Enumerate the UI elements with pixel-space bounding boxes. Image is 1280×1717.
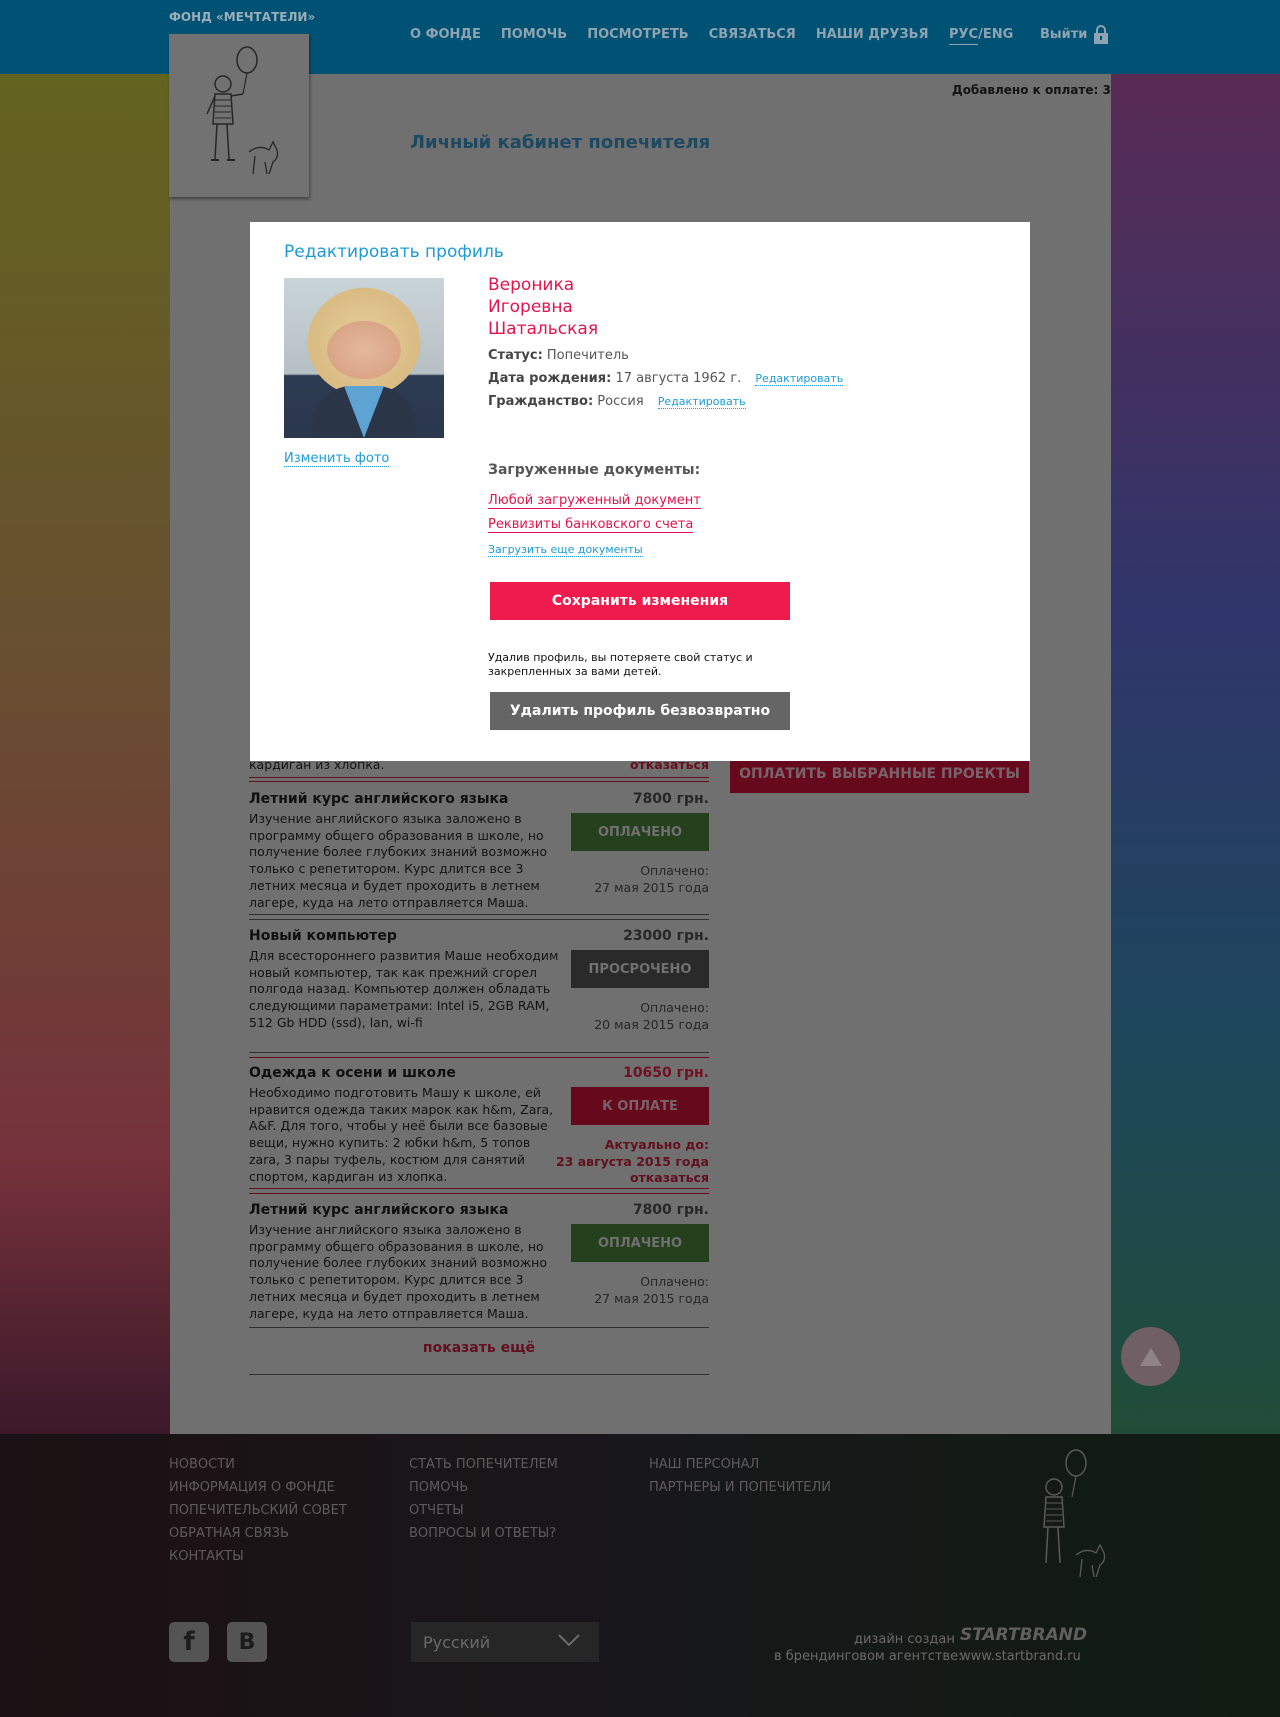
citizenship-value: Россия: [597, 394, 644, 409]
upload-more-docs-link[interactable]: Загрузить еще документы: [488, 543, 643, 557]
profile-name: Вероника Игоревна Шатальская: [488, 274, 598, 340]
modal-title: Редактировать профиль: [284, 242, 504, 262]
docs-title: Загруженные документы:: [488, 462, 701, 478]
footer-logo-icon: [1043, 1449, 1106, 1578]
agency-logo[interactable]: STARTBRAND: [960, 1625, 1087, 1645]
footer-column-2: СТАТЬ ПОПЕЧИТЕЛЕМ ПОМОЧЬ ОТЧЕТЫ ВОПРОСЫ …: [409, 1457, 558, 1542]
first-name: Вероника: [488, 275, 575, 295]
birthdate-value: 17 августа 1962 г.: [615, 371, 742, 386]
facebook-icon: f: [183, 1627, 195, 1657]
footer-column-3: НАШ ПЕРСОНАЛ ПАРТНЕРЫ И ПОПЕЧИТЕЛИ: [649, 1457, 831, 1496]
footer-link-about[interactable]: ИНФОРМАЦИЯ О ФОНДЕ: [169, 1480, 347, 1496]
middle-name: Игоревна: [488, 297, 573, 317]
edit-profile-modal: Редактировать профиль Изменить фото Веро…: [250, 222, 1030, 761]
footer-link-staff[interactable]: НАШ ПЕРСОНАЛ: [649, 1457, 831, 1473]
delete-profile-button[interactable]: Удалить профиль безвозвратно: [490, 692, 790, 730]
footer-column-1: НОВОСТИ ИНФОРМАЦИЯ О ФОНДЕ ПОПЕЧИТЕЛЬСКИ…: [169, 1457, 347, 1565]
footer-link-help[interactable]: ПОМОЧЬ: [409, 1480, 558, 1496]
save-changes-button[interactable]: Сохранить изменения: [490, 582, 790, 620]
citizenship-label: Гражданство:: [488, 394, 594, 409]
edit-birthdate-link[interactable]: Редактировать: [755, 372, 844, 386]
edit-citizenship-link[interactable]: Редактировать: [657, 395, 746, 409]
vk-icon: B: [238, 1629, 256, 1655]
citizenship-row: Гражданство: Россия Редактировать: [488, 394, 746, 409]
footer-link-partners[interactable]: ПАРТНЕРЫ И ПОПЕЧИТЕЛИ: [649, 1480, 831, 1496]
birthdate-label: Дата рождения:: [488, 371, 612, 386]
footer-link-faq[interactable]: ВОПРОСЫ И ОТВЕТЫ?: [409, 1526, 558, 1542]
language-select-value: Русский: [423, 1632, 491, 1652]
facebook-button[interactable]: f: [169, 1622, 209, 1662]
footer-link-news[interactable]: НОВОСТИ: [169, 1457, 347, 1473]
chevron-down-icon: [558, 1634, 580, 1647]
document-link[interactable]: Любой загруженный документ: [488, 493, 701, 509]
footer-link-contacts[interactable]: КОНТАКТЫ: [169, 1549, 347, 1565]
footer-link-become-trustee[interactable]: СТАТЬ ПОПЕЧИТЕЛЕМ: [409, 1457, 558, 1473]
status-row: Статус: Попечитель: [488, 348, 629, 363]
delete-warning: Удалив профиль, вы потеряете свой статус…: [488, 651, 753, 678]
last-name: Шатальская: [488, 319, 599, 339]
language-select[interactable]: Русский: [411, 1622, 599, 1662]
footer-link-board[interactable]: ПОПЕЧИТЕЛЬСКИЙ СОВЕТ: [169, 1503, 347, 1519]
footer-link-reports[interactable]: ОТЧЕТЫ: [409, 1503, 558, 1519]
vk-button[interactable]: B: [227, 1622, 267, 1662]
status-label: Статус:: [488, 348, 543, 363]
birthdate-row: Дата рождения: 17 августа 1962 г. Редакт…: [488, 371, 844, 386]
bank-details-link[interactable]: Реквизиты банковского счета: [488, 517, 694, 533]
credit-line-1: дизайн создан: [854, 1632, 955, 1647]
agency-url[interactable]: www.startbrand.ru: [960, 1649, 1081, 1664]
status-value: Попечитель: [546, 348, 629, 363]
profile-photo: [284, 278, 444, 438]
footer-link-feedback[interactable]: ОБРАТНАЯ СВЯЗЬ: [169, 1526, 347, 1542]
credit-line-2: в брендинговом агентстве:: [774, 1649, 963, 1664]
change-photo-link[interactable]: Изменить фото: [284, 451, 390, 467]
